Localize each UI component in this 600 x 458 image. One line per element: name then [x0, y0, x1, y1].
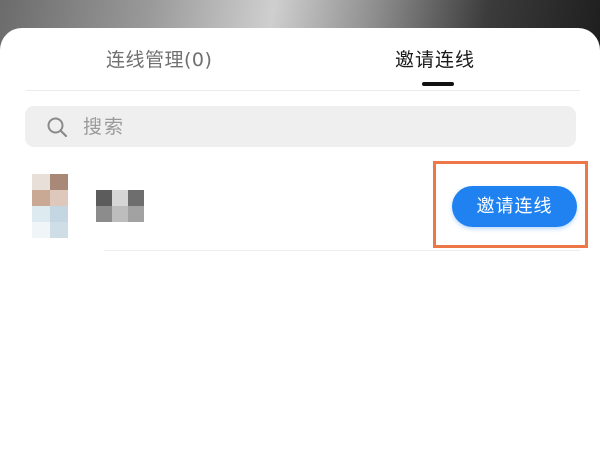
tab-divider: [26, 90, 580, 91]
avatar: [32, 174, 68, 240]
search-input[interactable]: 搜索: [25, 106, 576, 147]
tab-invite-connection[interactable]: 邀请连线: [395, 47, 475, 73]
tab-bar: 连线管理(0) 邀请连线: [0, 28, 600, 88]
search-placeholder: 搜索: [83, 116, 126, 138]
contact-name: [96, 190, 144, 222]
search-icon: [47, 117, 68, 138]
invite-connection-button[interactable]: 邀请连线: [452, 186, 577, 227]
active-tab-indicator: [422, 82, 454, 86]
tab-connection-management[interactable]: 连线管理(0): [106, 47, 212, 73]
row-divider: [104, 250, 580, 251]
